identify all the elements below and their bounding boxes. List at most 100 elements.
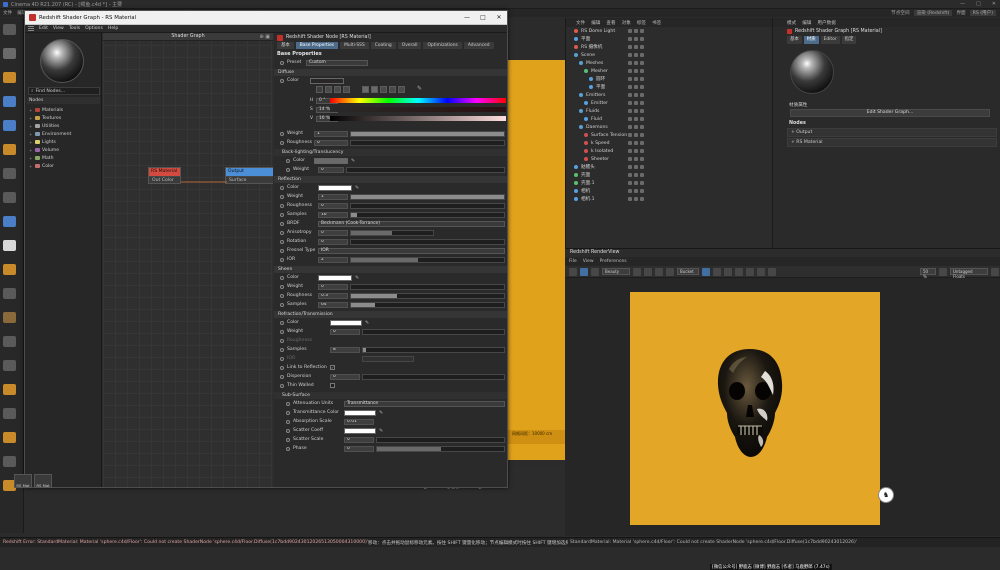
link-reflection-keyframe-icon[interactable] [280, 365, 284, 370]
reflection-eyedropper-icon[interactable]: ✎ [355, 185, 359, 191]
maximize-icon[interactable]: □ [475, 14, 491, 21]
object-row[interactable]: 骷髅头 [566, 163, 772, 171]
visibility-icon[interactable] [640, 117, 644, 121]
visibility-icon[interactable] [628, 117, 632, 121]
reflection-ior-keyframe-icon[interactable] [280, 257, 284, 262]
viewport[interactable] [508, 60, 565, 460]
om-menu-4[interactable]: 标签 [637, 20, 646, 26]
visibility-icon[interactable] [640, 189, 644, 193]
attr-tab-0[interactable]: 基本 [787, 36, 802, 44]
props-tab-3[interactable]: Coating [370, 42, 396, 49]
props-tab-2[interactable]: Multi-SSS [340, 42, 369, 49]
visibility-icon[interactable] [634, 181, 638, 185]
image-icon[interactable] [343, 86, 350, 93]
toolbar-tool-icon-9[interactable] [3, 240, 16, 251]
visibility-icon[interactable] [634, 53, 638, 57]
visibility-icon[interactable] [640, 165, 644, 169]
object-row[interactable]: RS 摄像机 [566, 43, 772, 51]
object-row[interactable]: Sheeter [566, 155, 772, 163]
reflection-fresnel-select[interactable]: IOR [318, 247, 505, 254]
diffuse-group[interactable]: Diffuse [274, 69, 507, 76]
backlight-eyedropper-icon[interactable]: ✎ [351, 158, 355, 164]
sheen-weight-keyframe-icon[interactable] [280, 284, 284, 289]
scatter-coeff-swatch[interactable] [344, 427, 376, 434]
visibility-icon[interactable] [634, 69, 638, 73]
sheen-roughness-slider[interactable] [350, 292, 505, 299]
expand-icon[interactable]: + [29, 132, 33, 137]
node-category[interactable]: + Textures [29, 114, 101, 122]
visibility-icon[interactable] [640, 157, 644, 161]
reflection-anisotropy-keyframe-icon[interactable] [280, 230, 284, 235]
visibility-icon[interactable] [634, 85, 638, 89]
zoom-percent-select[interactable]: 50 % [920, 267, 936, 279]
transmittance-color-swatch[interactable] [344, 409, 376, 416]
diffuse-color-swatch[interactable] [310, 77, 344, 84]
node-rs-material[interactable]: RS Material Out Color [148, 167, 181, 184]
refraction-weight-slider[interactable] [362, 328, 505, 335]
sheen-color-keyframe-icon[interactable] [280, 275, 284, 280]
reflection-weight-slider[interactable] [350, 193, 505, 200]
reflection-rotation-value[interactable]: 0 [318, 238, 348, 245]
edit-shader-graph-button[interactable]: Edit Shader Graph... [790, 109, 990, 117]
visibility-icon[interactable] [640, 93, 644, 97]
sheen-samples-value[interactable]: 64 [318, 301, 348, 308]
diffuse-roughness-slider[interactable] [350, 139, 505, 146]
reflection-fresnel-keyframe-icon[interactable] [280, 248, 284, 253]
refraction-color-keyframe-icon[interactable] [280, 320, 284, 325]
hsv-icon[interactable] [371, 86, 378, 93]
grid-icon[interactable] [655, 267, 663, 276]
object-row[interactable]: 平面 [566, 35, 772, 43]
refraction-ior-keyframe-icon[interactable] [280, 356, 284, 361]
object-row[interactable]: 相机 [566, 187, 772, 195]
refraction-eyedropper-icon[interactable]: ✎ [365, 320, 369, 326]
visibility-icon[interactable] [634, 149, 638, 153]
attr-tab-2[interactable]: Editor [820, 36, 840, 44]
link-to-reflection-checkbox[interactable]: ✓ [330, 365, 335, 370]
bucket-mode-icon[interactable] [702, 267, 710, 276]
node-category[interactable]: + Lights [29, 138, 101, 146]
close-icon[interactable]: ✕ [491, 14, 507, 21]
toolbar-tool-icon-17[interactable] [3, 432, 16, 443]
node-category[interactable]: + Color [29, 162, 101, 170]
visibility-icon[interactable] [634, 189, 638, 193]
visibility-icon[interactable] [640, 173, 644, 177]
graph-header-icons[interactable]: ⊕ ▣ [259, 33, 270, 41]
saturation-gradient[interactable] [330, 107, 506, 112]
visibility-icon[interactable] [628, 197, 632, 201]
mixer-icon[interactable] [389, 86, 396, 93]
attenuation-keyframe-icon[interactable] [286, 401, 290, 406]
node-category[interactable]: + Volume [29, 146, 101, 154]
aov-select[interactable]: Beauty [602, 268, 630, 275]
swatches-icon[interactable] [398, 86, 405, 93]
bucket-select[interactable]: Bucket [677, 268, 699, 275]
attenuation-units-select[interactable]: Transmittance [344, 400, 505, 407]
attr-menu-0[interactable]: 模式 [787, 20, 796, 26]
om-menu-3[interactable]: 对象 [622, 20, 631, 26]
reflection-group[interactable]: Reflection [274, 176, 507, 183]
visibility-icon[interactable] [628, 157, 632, 161]
refraction-samples-value[interactable]: 8 [330, 346, 360, 353]
sheen-eyedropper-icon[interactable]: ✎ [355, 275, 359, 281]
reflection-ior-value[interactable]: 2 [318, 256, 348, 263]
thin-walled-checkbox[interactable] [330, 383, 335, 388]
visibility-icon[interactable] [628, 141, 632, 145]
object-row[interactable]: 圆环 [566, 75, 772, 83]
visibility-icon[interactable] [628, 133, 632, 137]
refraction-weight-keyframe-icon[interactable] [280, 329, 284, 334]
toolbar-tool-icon-14[interactable] [3, 360, 16, 371]
diffuse-roughness-value[interactable]: 0 [314, 139, 348, 146]
options-icon[interactable] [991, 267, 999, 276]
visibility-icon[interactable] [628, 85, 632, 89]
visibility-icon[interactable] [628, 109, 632, 113]
reflection-rotation-slider[interactable] [350, 238, 505, 245]
props-tab-4[interactable]: Overall [397, 42, 422, 49]
attr-menu-2[interactable]: 用户数据 [817, 20, 835, 26]
reflection-anisotropy-value[interactable]: 0 [318, 229, 348, 236]
toolbar-tool-icon-6[interactable] [3, 168, 16, 179]
reflection-ior-slider[interactable] [350, 256, 505, 263]
eye-icon[interactable] [757, 267, 765, 276]
reflection-anisotropy-slider[interactable] [350, 229, 434, 236]
reflection-brdf-keyframe-icon[interactable] [280, 221, 284, 226]
backlight-color-keyframe-icon[interactable] [286, 158, 290, 163]
visibility-icon[interactable] [628, 165, 632, 169]
